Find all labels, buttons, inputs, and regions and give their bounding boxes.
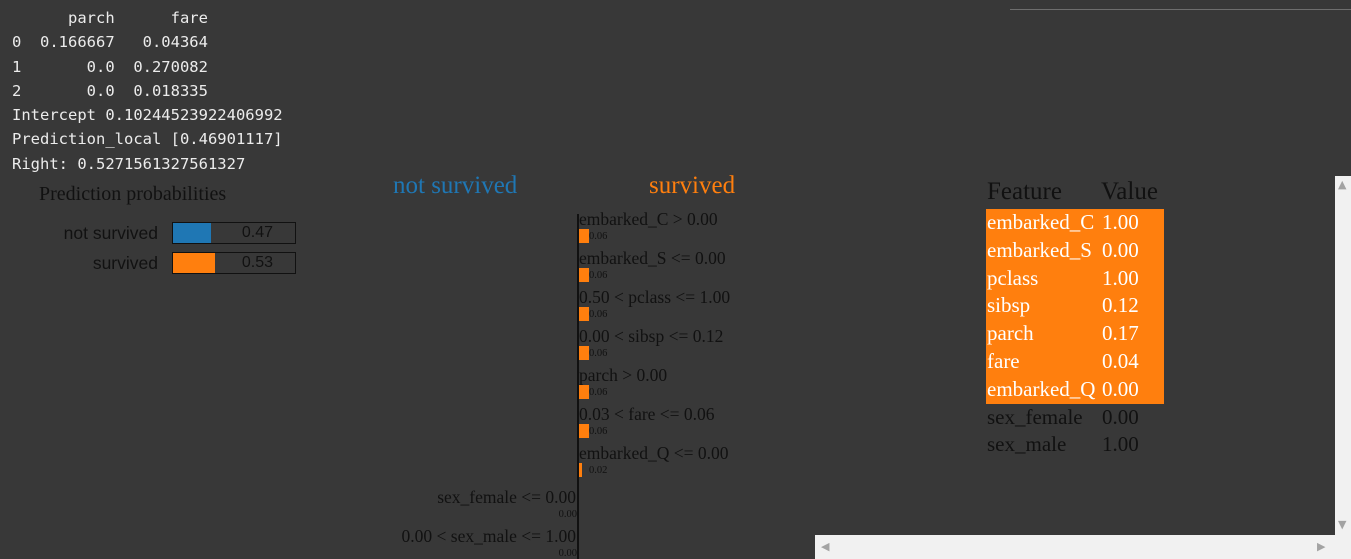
probability-row: not survived 0.47 (0, 222, 300, 246)
table-row: sex_female 0.00 (986, 404, 1164, 432)
feature-label: embarked_C > 0.00 (579, 209, 718, 229)
feature-value-cell: 1.00 (1102, 432, 1139, 457)
scroll-right-icon[interactable]: ▶ (1317, 540, 1325, 553)
positive-class-label: survived (649, 172, 736, 199)
probability-bar: 0.53 (172, 252, 296, 274)
feature-value-cell: 0.00 (1102, 376, 1139, 401)
feature-label: embarked_Q <= 0.00 (579, 443, 729, 463)
console-line: 0 0.166667 0.04364 (12, 33, 208, 52)
console-line: Intercept 0.10244523922406992 (12, 106, 283, 125)
feature-weight-label: 0.06 (589, 309, 608, 320)
console-line: Right: 0.5271561327561327 (12, 154, 246, 173)
probability-fill (173, 223, 212, 243)
table-row: fare 0.04 (986, 348, 1164, 376)
feature-weight-bar (579, 463, 583, 477)
feature-value-cell: 0.17 (1102, 321, 1139, 346)
feature-label: 0.00 < sex_male <= 1.00 (401, 526, 576, 546)
probability-row: survived 0.53 (0, 252, 300, 276)
feature-weight-label: 0.06 (589, 426, 608, 437)
feature-name-cell: fare (987, 349, 1020, 373)
vertical-scrollbar[interactable]: ▲ ▼ (1335, 176, 1351, 535)
feature-name-cell: parch (987, 321, 1034, 346)
probability-value: 0.47 (241, 224, 273, 241)
feature-name-cell: pclass (987, 265, 1039, 290)
feature-name-cell: embarked_S (987, 237, 1092, 262)
table-row: embarked_Q 0.00 (986, 375, 1164, 404)
table-row: sibsp 0.12 (986, 292, 1164, 321)
feature-label: embarked_S <= 0.00 (579, 248, 726, 268)
table-row: sex_male 1.00 (986, 431, 1164, 459)
feature-weight-label: 0.06 (589, 387, 608, 398)
feature-weight-label: 0.06 (589, 348, 608, 359)
feature-label: parch > 0.00 (579, 365, 668, 385)
scroll-left-icon[interactable]: ◀ (821, 540, 829, 553)
feature-weight-bar (579, 424, 590, 438)
probability-fill (173, 253, 216, 273)
probability-label: not survived (63, 223, 158, 243)
feature-weight-bar (579, 229, 590, 243)
feature-weight-bar (579, 385, 590, 399)
feature-label: sex_female <= 0.00 (437, 487, 576, 507)
feature-header: Feature (987, 178, 1062, 205)
table-row: embarked_C 1.00 (986, 209, 1164, 237)
top-panel-edge (1010, 0, 1351, 10)
scroll-down-icon[interactable]: ▼ (1338, 518, 1346, 531)
feature-value-cell: 0.12 (1102, 293, 1139, 318)
feature-weight-bar (579, 346, 590, 360)
table-row: embarked_S 0.00 (986, 236, 1164, 265)
value-header: Value (1101, 178, 1158, 205)
table-row: parch 0.17 (986, 320, 1164, 349)
negative-class-label: not survived (393, 172, 518, 199)
console-line: 2 0.0 0.018335 (12, 81, 208, 100)
prediction-probabilities-title: Prediction probabilities (39, 183, 227, 205)
feature-name-cell: sibsp (987, 293, 1031, 318)
horizontal-scrollbar[interactable]: ◀ ▶ (815, 535, 1351, 559)
feature-label: 0.03 < fare <= 0.06 (579, 404, 715, 424)
feature-weight-label: 0.06 (589, 270, 608, 281)
feature-weight-bar (579, 268, 590, 282)
feature-value-cell: 1.00 (1102, 265, 1139, 290)
feature-value-cell: 0.00 (1102, 404, 1139, 429)
feature-name-cell: embarked_Q (987, 376, 1096, 401)
feature-weight-label: 0.06 (589, 231, 608, 242)
feature-weight-bar (579, 307, 590, 321)
feature-name-cell: embarked_C (987, 210, 1095, 234)
feature-weight-label: 0.00 (558, 509, 577, 520)
table-row: pclass 1.00 (986, 264, 1164, 293)
feature-value-cell: 0.04 (1102, 349, 1139, 373)
feature-name-cell: sex_male (987, 432, 1067, 457)
console-line: 1 0.0 0.270082 (12, 57, 208, 76)
feature-name-cell: sex_female (987, 404, 1083, 429)
probability-bar: 0.47 (172, 222, 296, 244)
feature-value-cell: 0.00 (1102, 237, 1139, 262)
probability-value: 0.53 (241, 254, 273, 271)
feature-value-cell: 1.00 (1102, 210, 1139, 234)
probability-label: survived (92, 253, 158, 273)
feature-weight-label: 0.02 (589, 465, 608, 476)
scroll-up-icon[interactable]: ▲ (1338, 178, 1346, 191)
feature-label: 0.50 < pclass <= 1.00 (579, 287, 731, 307)
console-line: parch fare (12, 9, 208, 27)
feature-weight-label: 0.00 (558, 548, 577, 559)
console-line: Prediction_local [0.46901117] (12, 130, 283, 149)
console-output: parch fare 0 0.166667 0.04364 1 0.0 0.27… (12, 6, 283, 176)
feature-label: 0.00 < sibsp <= 0.12 (579, 326, 724, 346)
